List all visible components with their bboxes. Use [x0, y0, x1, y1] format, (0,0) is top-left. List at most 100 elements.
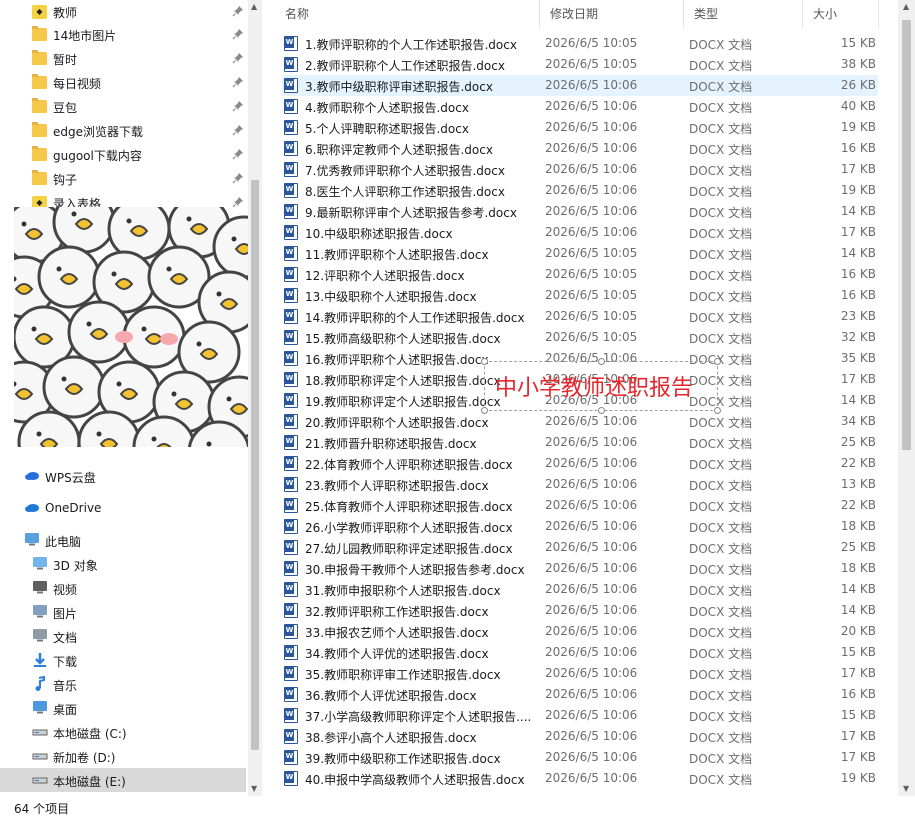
- drive-e-icon: [32, 772, 48, 789]
- file-row[interactable]: 30.申报骨干教师个人述职报告参考.docx 2026/6/5 10:06 DOCX…: [282, 558, 878, 579]
- column-header-type[interactable]: 类型: [684, 0, 803, 28]
- quick-access-item[interactable]: edge浏览器下载: [0, 119, 248, 143]
- file-row[interactable]: 20.教师评职称个人述职报告.docx 2026/6/5 10:06 DOCX 文档…: [282, 411, 878, 432]
- quick-access-item[interactable]: 14地市图片: [0, 23, 248, 47]
- file-row[interactable]: 9.最新职称评审个人述职报告参考.docx 2026/6/5 10:06 DOCX …: [282, 201, 878, 222]
- file-date: 2026/6/5 10:05: [545, 309, 638, 323]
- file-row[interactable]: 5.个人评聘职称述职报告.docx 2026/6/5 10:06 DOCX 文档 19…: [282, 117, 878, 138]
- file-size: 14 KB: [840, 603, 876, 617]
- file-row[interactable]: 25.体育教师个人评职称述职报告.docx 2026/6/5 10:06 DOCX …: [282, 495, 878, 516]
- file-row[interactable]: 38.参评小高个人述职报告.docx 2026/6/5 10:06 DOCX 文档 1…: [282, 726, 878, 747]
- file-row[interactable]: 36.教师个人评优述职报告.docx 2026/6/5 10:06 DOCX 文档 1…: [282, 684, 878, 705]
- file-name: 1.教师评职称的个人工作述职报告.docx: [305, 38, 517, 52]
- word-document-icon: [284, 687, 298, 702]
- nav-tree-item[interactable]: 本地磁盘 (E:): [0, 768, 246, 792]
- scroll-up-arrow-icon[interactable]: ▲: [251, 2, 257, 11]
- overlay-text-box[interactable]: 中小学教师述职报告: [481, 358, 721, 414]
- nav-tree-item[interactable]: 下载: [0, 648, 246, 672]
- file-list-scrollbar[interactable]: ▲ ▼: [898, 0, 915, 796]
- nav-tree-item[interactable]: WPS云盘: [0, 464, 246, 488]
- file-name: 31.教师申报职称个人述职报告.docx: [305, 584, 501, 598]
- quick-access-item[interactable]: gugool下载内容: [0, 143, 248, 167]
- file-row[interactable]: 39.教师中级职称工作述职报告.docx 2026/6/5 10:06 DOCX 文…: [282, 747, 878, 768]
- scroll-up-arrow-icon[interactable]: ▲: [903, 2, 909, 11]
- file-name: 30.申报骨干教师个人述职报告参考.docx: [305, 563, 525, 577]
- resize-handle[interactable]: [598, 407, 605, 414]
- file-row[interactable]: 14.教师评职称的个人工作述职报告.docx 2026/6/5 10:05 DOCX…: [282, 306, 878, 327]
- file-date: 2026/6/5 10:06: [545, 414, 638, 428]
- file-row[interactable]: 4.教师职称个人述职报告.docx 2026/6/5 10:06 DOCX 文档 40…: [282, 96, 878, 117]
- quick-access-item[interactable]: 每日视频: [0, 71, 248, 95]
- file-row[interactable]: 22.体育教师个人评职称述职报告.docx 2026/6/5 10:06 DOCX …: [282, 453, 878, 474]
- column-header-name[interactable]: 名称: [275, 0, 540, 28]
- scroll-down-arrow-icon[interactable]: ▼: [903, 784, 909, 793]
- resize-handle[interactable]: [481, 358, 488, 365]
- file-type: DOCX 文档: [689, 206, 753, 220]
- pin-icon[interactable]: [232, 28, 244, 40]
- nav-tree-item[interactable]: 文档: [0, 624, 246, 648]
- quick-access-item[interactable]: 钩子: [0, 167, 248, 191]
- file-row[interactable]: 15.教师高级职称个人述职报告.docx 2026/6/5 10:05 DOCX 文…: [282, 327, 878, 348]
- file-row[interactable]: 27.幼儿园教师职称评定述职报告.docx 2026/6/5 10:06 DOCX …: [282, 537, 878, 558]
- file-row[interactable]: 3.教师中级职称评审述职报告.docx 2026/6/5 10:06 DOCX 文档…: [282, 75, 878, 96]
- nav-tree-item[interactable]: OneDrive: [0, 496, 246, 520]
- nav-tree-item[interactable]: 音乐: [0, 672, 246, 696]
- file-row[interactable]: 12.评职称个人述职报告.docx 2026/6/5 10:05 DOCX 文档 16…: [282, 264, 878, 285]
- quick-access-item[interactable]: 豆包: [0, 95, 248, 119]
- pin-icon[interactable]: [232, 100, 244, 112]
- pin-icon[interactable]: [232, 76, 244, 88]
- column-header-date[interactable]: 修改日期: [540, 0, 684, 28]
- file-row[interactable]: 23.教师个人评职称述职报告.docx 2026/6/5 10:06 DOCX 文档…: [282, 474, 878, 495]
- nav-tree-label: WPS云盘: [45, 471, 96, 485]
- nav-scrollbar-thumb[interactable]: [251, 180, 259, 750]
- file-row[interactable]: 1.教师评职称的个人工作述职报告.docx 2026/6/5 10:05 DOCX …: [282, 33, 878, 54]
- file-size: 13 KB: [840, 477, 876, 491]
- word-document-icon: [284, 183, 298, 198]
- nav-tree-item[interactable]: 新加卷 (D:): [0, 744, 246, 768]
- pin-icon[interactable]: [232, 172, 244, 184]
- file-row[interactable]: 34.教师个人评优的述职报告.docx 2026/6/5 10:06 DOCX 文档…: [282, 642, 878, 663]
- resize-handle[interactable]: [714, 358, 721, 365]
- file-row[interactable]: 7.优秀教师评职称个人述职报告.docx 2026/6/5 10:06 DOCX 文…: [282, 159, 878, 180]
- file-row[interactable]: 35.教师职称评审工作述职报告.docx 2026/6/5 10:06 DOCX 文…: [282, 663, 878, 684]
- resize-handle[interactable]: [598, 358, 605, 365]
- file-row[interactable]: 37.小学高级教师职称评定个人述职报告.... 2026/6/5 10:06 DOC…: [282, 705, 878, 726]
- file-row[interactable]: 21.教师晋升职称述职报告.docx 2026/6/5 10:06 DOCX 文档 2…: [282, 432, 878, 453]
- column-header-size[interactable]: 大小: [803, 0, 879, 28]
- nav-tree-item[interactable]: 视频: [0, 576, 246, 600]
- nav-tree-item[interactable]: 3D 对象: [0, 552, 246, 576]
- file-size: 16 KB: [840, 141, 876, 155]
- file-row[interactable]: 10.中级职称述职报告.docx 2026/6/5 10:06 DOCX 文档 17 …: [282, 222, 878, 243]
- file-row[interactable]: 33.申报农艺师个人述职报告.docx 2026/6/5 10:06 DOCX 文档…: [282, 621, 878, 642]
- file-size: 38 KB: [840, 57, 876, 71]
- file-date: 2026/6/5 10:06: [545, 624, 638, 638]
- scroll-down-arrow-icon[interactable]: ▼: [251, 784, 257, 793]
- pin-icon[interactable]: [232, 5, 244, 17]
- file-row[interactable]: 8.医生个人评职称工作述职报告.docx 2026/6/5 10:06 DOCX 文…: [282, 180, 878, 201]
- pin-icon[interactable]: [232, 124, 244, 136]
- quick-access-item[interactable]: 暂时: [0, 47, 248, 71]
- nav-tree-item[interactable]: 本地磁盘 (C:): [0, 720, 246, 744]
- file-size: 20 KB: [840, 624, 876, 638]
- pin-icon[interactable]: [232, 52, 244, 64]
- nav-tree-item[interactable]: 图片: [0, 600, 246, 624]
- resize-handle[interactable]: [481, 407, 488, 414]
- file-row[interactable]: 13.中级职称个人述职报告.docx 2026/6/5 10:05 DOCX 文档 1…: [282, 285, 878, 306]
- file-row[interactable]: 32.教师评职称工作述职报告.docx 2026/6/5 10:06 DOCX 文档…: [282, 600, 878, 621]
- file-row[interactable]: 26.小学教师评职称个人述职报告.docx 2026/6/5 10:06 DOCX …: [282, 516, 878, 537]
- file-row[interactable]: 31.教师申报职称个人述职报告.docx 2026/6/5 10:06 DOCX 文…: [282, 579, 878, 600]
- nav-tree-item[interactable]: 桌面: [0, 696, 246, 720]
- pin-icon[interactable]: [232, 148, 244, 160]
- file-date: 2026/6/5 10:06: [545, 120, 638, 134]
- file-row[interactable]: 11.教师评职称个人述职报告.docx 2026/6/5 10:05 DOCX 文档…: [282, 243, 878, 264]
- nav-scrollbar[interactable]: ▲ ▼: [248, 0, 262, 796]
- resize-handle[interactable]: [714, 407, 721, 414]
- quick-access-item[interactable]: ◆ 教师: [0, 0, 248, 24]
- file-row[interactable]: 40.申报中学高级教师个人述职报告.docx 2026/6/5 10:06 DOCX…: [282, 768, 878, 789]
- nav-tree-item[interactable]: 此电脑: [0, 528, 246, 552]
- file-name: 8.医生个人评职称工作述职报告.docx: [305, 185, 505, 199]
- file-name: 25.体育教师个人评职称述职报告.docx: [305, 500, 513, 514]
- file-list-scrollbar-thumb[interactable]: [902, 20, 911, 450]
- file-row[interactable]: 6.职称评定教师个人述职报告.docx 2026/6/5 10:06 DOCX 文档…: [282, 138, 878, 159]
- file-row[interactable]: 2.教师评职称个人工作述职报告.docx 2026/6/5 10:05 DOCX 文…: [282, 54, 878, 75]
